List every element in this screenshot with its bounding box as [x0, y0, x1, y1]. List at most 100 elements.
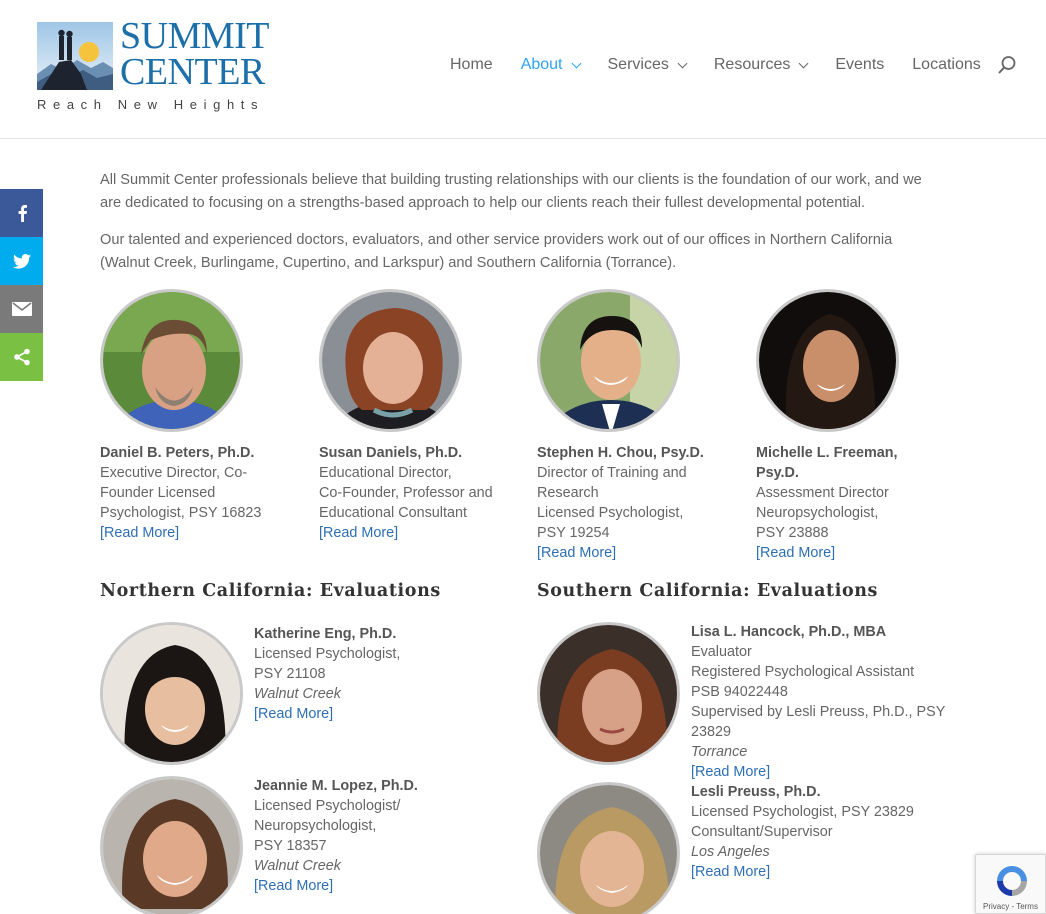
- staff-detail: Supervised by Lesli Preuss, Ph.D., PSY: [691, 704, 946, 720]
- staff-detail: Licensed Psychologist,: [537, 505, 684, 521]
- mountain-logo-icon: [37, 22, 113, 90]
- brand-name: SUMMIT CENTER: [120, 15, 270, 93]
- staff-detail: 23829: [691, 724, 732, 740]
- nav-item-events[interactable]: Events: [835, 56, 884, 74]
- staff-detail: PSY 19254: [537, 525, 610, 541]
- recaptcha-privacy-terms[interactable]: Privacy - Terms: [983, 902, 1038, 911]
- share-icon: [13, 348, 30, 366]
- chevron-down-icon: [677, 58, 688, 68]
- nav-item-about[interactable]: About: [521, 56, 581, 74]
- staff-detail: Founder Licensed: [100, 485, 216, 501]
- avatar[interactable]: [537, 289, 680, 432]
- facebook-share-button[interactable]: [0, 189, 43, 237]
- staff-card-lesli-preuss: Lesli Preuss, Ph.D. Licensed Psychologis…: [691, 782, 946, 882]
- staff-detail: Director of Training and: [537, 465, 687, 481]
- staff-card-lisa-hancock: Lisa L. Hancock, Ph.D., MBA Evaluator Re…: [691, 622, 946, 782]
- avatar[interactable]: [756, 289, 899, 432]
- twitter-icon: [12, 253, 31, 269]
- chevron-down-icon: [798, 58, 809, 68]
- staff-detail: Licensed Psychologist, PSY 23829: [691, 804, 914, 820]
- avatar[interactable]: [100, 622, 243, 765]
- staff-detail: Evaluator: [691, 644, 752, 660]
- intro-paragraph: Our talented and experienced doctors, ev…: [100, 232, 893, 271]
- staff-name: Michelle L. Freeman,: [756, 445, 898, 461]
- portrait-image: [540, 292, 677, 429]
- staff-detail: Licensed Psychologist,: [254, 646, 401, 662]
- staff-detail: Neuropsychologist,: [254, 818, 377, 834]
- staff-detail: Research: [537, 485, 599, 501]
- staff-card-daniel-peters: Daniel B. Peters, Ph.D. Executive Direct…: [100, 443, 280, 543]
- read-more-link[interactable]: [Read More]: [100, 523, 280, 543]
- staff-card-susan-daniels: Susan Daniels, Ph.D. Educational Directo…: [319, 443, 509, 543]
- portrait-image: [103, 779, 240, 914]
- staff-detail: Co-Founder, Professor and: [319, 485, 493, 501]
- read-more-link[interactable]: [Read More]: [691, 762, 946, 782]
- staff-name: Lesli Preuss, Ph.D.: [691, 784, 821, 800]
- staff-detail: Educational Consultant: [319, 505, 468, 521]
- avatar[interactable]: [537, 782, 680, 914]
- search-icon[interactable]: [997, 55, 1017, 75]
- staff-detail: Registered Psychological Assistant: [691, 664, 915, 680]
- staff-detail: Licensed Psychologist/: [254, 798, 401, 814]
- staff-name: Lisa L. Hancock, Ph.D., MBA: [691, 624, 887, 640]
- intro-text: All Summit Center professionals believe …: [100, 169, 946, 289]
- portrait-image: [540, 625, 677, 762]
- avatar[interactable]: [100, 289, 243, 432]
- staff-detail: Neuropsychologist,: [756, 505, 879, 521]
- staff-card-jeannie-lopez: Jeannie M. Lopez, Ph.D. Licensed Psychol…: [254, 776, 454, 896]
- email-share-button[interactable]: [0, 285, 43, 333]
- staff-detail: Executive Director, Co-: [100, 465, 248, 481]
- staff-detail: PSB 94022448: [691, 684, 788, 700]
- portrait-image: [103, 292, 240, 429]
- staff-detail: Consultant/Supervisor: [691, 824, 833, 840]
- recaptcha-icon: [997, 866, 1027, 896]
- chevron-down-icon: [571, 58, 581, 68]
- brand-tagline: Reach New Heights: [37, 97, 265, 112]
- read-more-link[interactable]: [Read More]: [254, 704, 454, 724]
- portrait-image: [103, 625, 240, 762]
- avatar[interactable]: [100, 776, 243, 914]
- nav-item-locations[interactable]: Locations: [912, 56, 981, 74]
- email-icon: [11, 302, 32, 316]
- site-logo[interactable]: SUMMIT CENTER Reach New Heights: [37, 15, 277, 120]
- social-share-bar: [0, 189, 43, 381]
- staff-detail: Psychologist, PSY 16823: [100, 505, 262, 521]
- share-more-button[interactable]: [0, 333, 43, 381]
- read-more-link[interactable]: [Read More]: [691, 862, 946, 882]
- avatar[interactable]: [319, 289, 462, 432]
- nav-item-resources[interactable]: Resources: [714, 56, 809, 74]
- staff-location: Los Angeles: [691, 844, 770, 860]
- read-more-link[interactable]: [Read More]: [319, 523, 509, 543]
- staff-location: Torrance: [691, 744, 748, 760]
- staff-name: Stephen H. Chou, Psy.D.: [537, 445, 704, 461]
- read-more-link[interactable]: [Read More]: [254, 876, 454, 896]
- staff-location: Walnut Creek: [254, 686, 341, 702]
- portrait-image: [540, 785, 677, 914]
- main-nav: Home About Services Resources Events Loc…: [450, 54, 1009, 76]
- site-header: SUMMIT CENTER Reach New Heights Home Abo…: [0, 0, 1046, 139]
- avatar[interactable]: [537, 622, 680, 765]
- staff-detail: Assessment Director: [756, 485, 889, 501]
- staff-location: Walnut Creek: [254, 858, 341, 874]
- facebook-icon: [18, 205, 27, 222]
- recaptcha-badge[interactable]: Privacy - Terms: [975, 854, 1046, 914]
- nav-item-home[interactable]: Home: [450, 56, 493, 74]
- staff-card-katherine-eng: Katherine Eng, Ph.D. Licensed Psychologi…: [254, 624, 454, 724]
- read-more-link[interactable]: [Read More]: [756, 543, 936, 563]
- section-title-north: Northern California: Evaluations: [100, 581, 441, 601]
- staff-detail: PSY 23888: [756, 525, 829, 541]
- staff-name: Katherine Eng, Ph.D.: [254, 626, 397, 642]
- staff-name: Daniel B. Peters, Ph.D.: [100, 445, 255, 461]
- staff-name: Jeannie M. Lopez, Ph.D.: [254, 778, 418, 794]
- staff-name: Susan Daniels, Ph.D.: [319, 445, 463, 461]
- section-title-south: Southern California: Evaluations: [537, 581, 878, 601]
- staff-detail: PSY 21108: [254, 666, 326, 682]
- read-more-link[interactable]: [Read More]: [537, 543, 727, 563]
- nav-item-services[interactable]: Services: [608, 56, 688, 74]
- twitter-share-button[interactable]: [0, 237, 43, 285]
- intro-paragraph: All Summit Center professionals believe …: [100, 172, 922, 211]
- portrait-image: [322, 292, 459, 429]
- staff-name: Psy.D.: [756, 465, 799, 481]
- staff-detail: Educational Director,: [319, 465, 452, 481]
- staff-card-stephen-chou: Stephen H. Chou, Psy.D. Director of Trai…: [537, 443, 727, 563]
